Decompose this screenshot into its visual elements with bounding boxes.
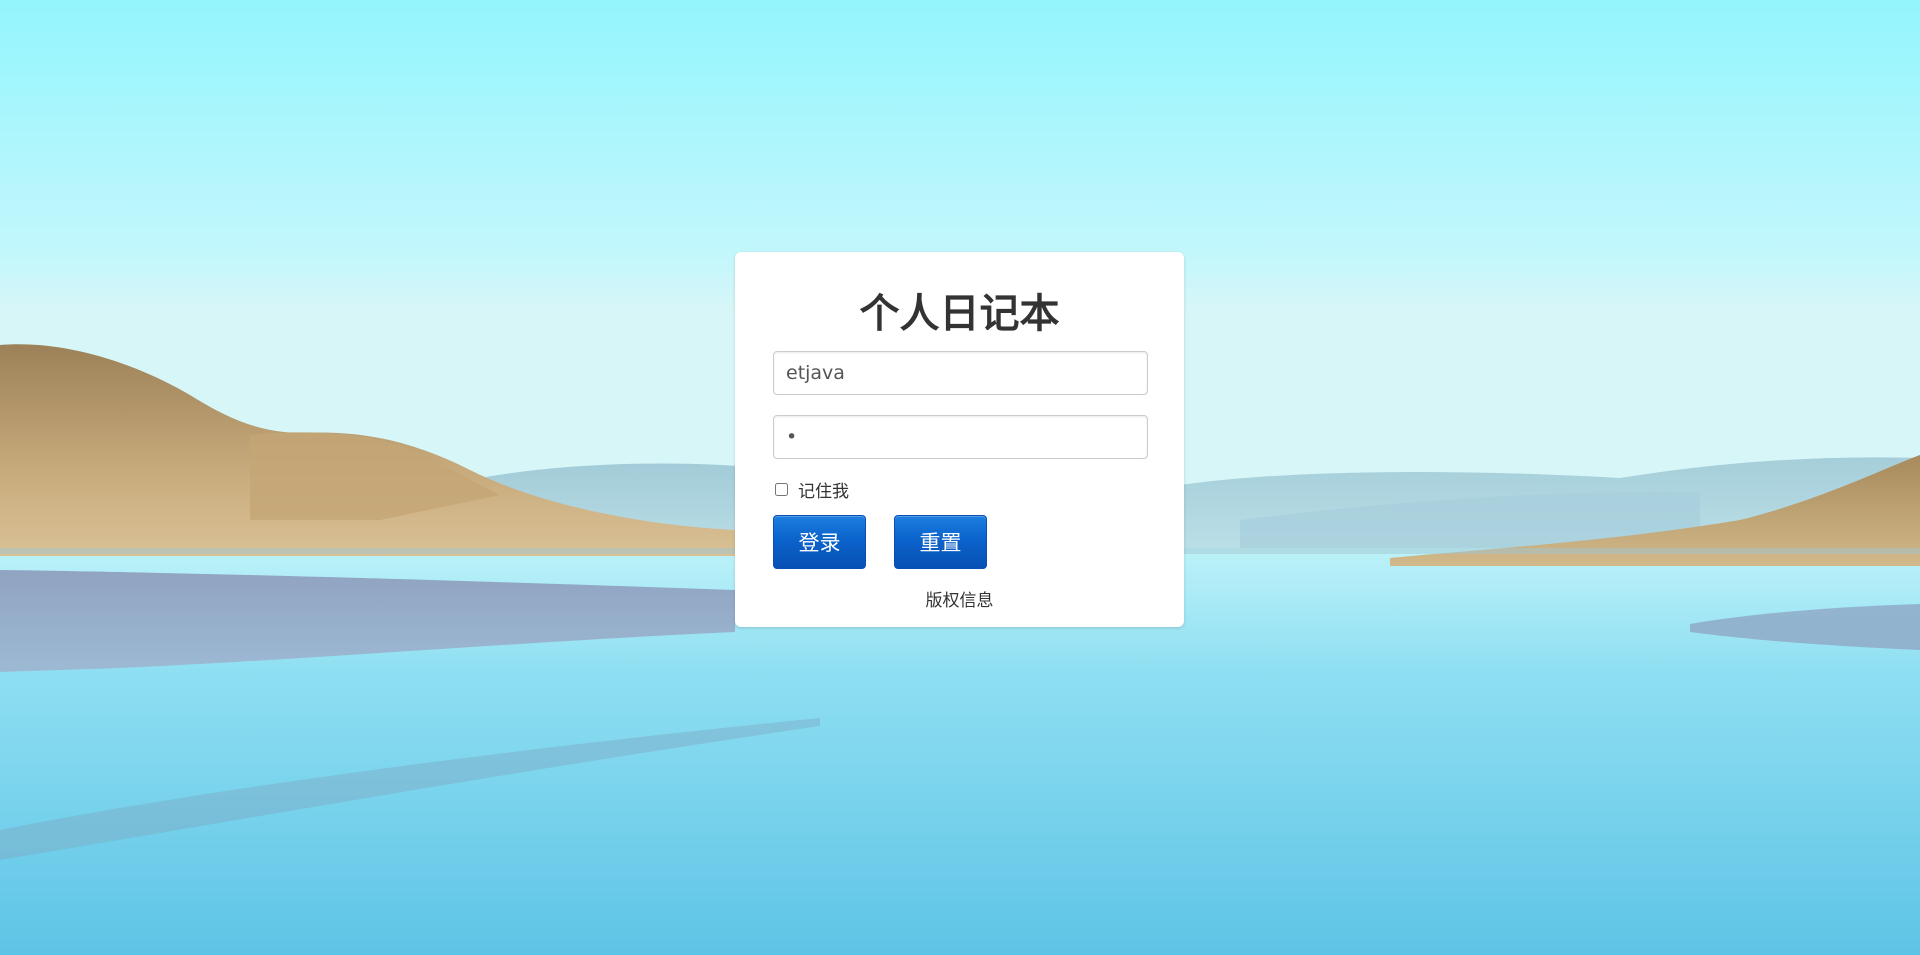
username-input[interactable] (773, 351, 1148, 395)
password-input[interactable] (773, 415, 1148, 459)
remember-me[interactable]: 记住我 (773, 477, 849, 502)
remember-me-label: 记住我 (798, 481, 849, 502)
remember-me-checkbox[interactable] (775, 482, 788, 496)
page-title: 个人日记本 (859, 291, 1060, 337)
login-card: 个人日记本 记住我 登录 重置 版权信息 (735, 252, 1184, 627)
copyright-link[interactable]: 版权信息 (735, 586, 1184, 611)
login-button[interactable]: 登录 (773, 515, 866, 569)
reset-button[interactable]: 重置 (894, 515, 987, 569)
